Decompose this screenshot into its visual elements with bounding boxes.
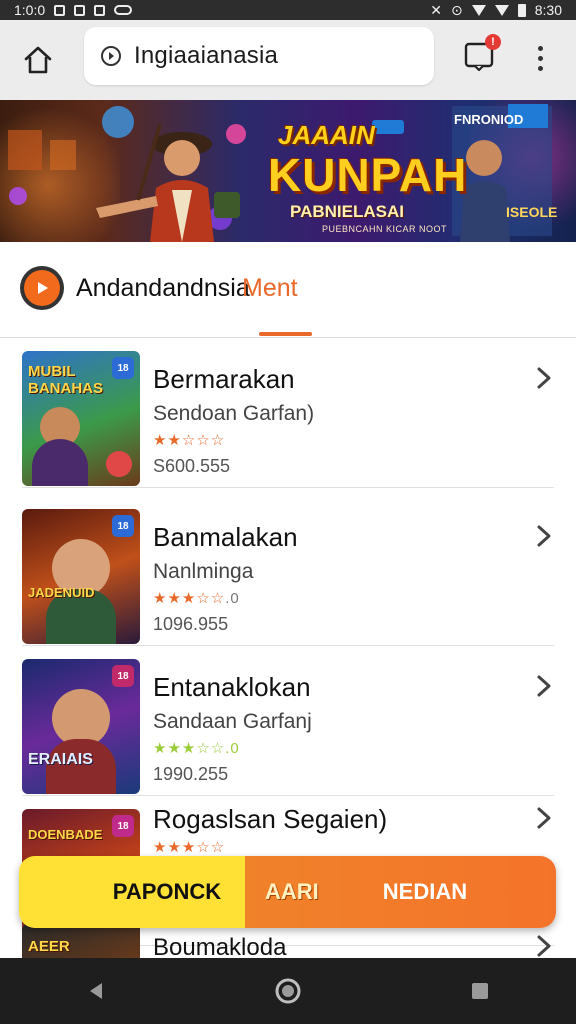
game-title: Bermarakan	[153, 364, 295, 394]
signal-icon	[494, 4, 509, 16]
thumb-label: AEER	[28, 938, 70, 955]
status-time-left: 1:0:0	[14, 2, 46, 18]
banner-corner-label: ISEOLE	[506, 204, 558, 220]
thumb-label: MUBIL BANAHAS	[28, 363, 103, 397]
home-nav-button[interactable]	[268, 971, 308, 1011]
action-bar: PAPONCK AARI NEDIAN	[19, 856, 556, 928]
chevron-right-icon[interactable]	[534, 674, 554, 698]
message-icon	[114, 5, 133, 15]
home-icon	[24, 46, 52, 74]
notification-icon-3	[94, 4, 106, 16]
banner-line-1: JAAAIN	[278, 120, 375, 150]
promo-banner[interactable]: JAAAIN KUNPAH PABNIELASAI PUEBNCAHN KICA…	[0, 100, 576, 242]
rating-stars: ★★☆☆☆	[153, 431, 225, 449]
mute-icon: ✕	[430, 1, 443, 18]
rating-stars: ★★★☆☆.0	[153, 739, 240, 757]
status-time-right: 8:30	[534, 2, 562, 18]
overflow-menu-button[interactable]	[528, 40, 552, 76]
banner-tag: FNRONIOD	[454, 112, 524, 127]
thumb-badge: 18	[112, 665, 134, 687]
list-item[interactable]: MUBIL BANAHAS 18 Bermarakan Sendoan Garf…	[22, 338, 554, 488]
app-logo	[20, 266, 64, 310]
url-bar[interactable]: Ingiaaianasia	[84, 27, 434, 85]
chevron-right-icon[interactable]	[534, 366, 554, 390]
rating-text: .0	[225, 740, 240, 757]
wifi-icon	[471, 4, 486, 16]
action-label-middle: AARI	[265, 879, 319, 904]
tab-menu[interactable]: Ment	[242, 274, 298, 303]
play-glyph	[38, 282, 48, 294]
browser-toolbar: Ingiaaianasia !	[0, 20, 576, 100]
list-item[interactable]: ERAIAIS 18 Entanaklokan Sandaan Garfanj …	[22, 646, 554, 796]
game-subtitle: Nanlminga	[153, 560, 254, 583]
action-label-right: NEDIAN	[382, 879, 468, 904]
stars-text: ★★★☆☆	[153, 839, 226, 856]
recents-icon	[472, 983, 488, 999]
back-button[interactable]	[76, 971, 116, 1011]
game-price: 1990.255	[153, 764, 229, 784]
app-header: Andandandnsia Ment	[0, 242, 576, 338]
more-vert-icon	[537, 45, 543, 51]
thumb-badge: 18	[112, 515, 134, 537]
rating-stars: ★★★☆☆	[153, 838, 225, 856]
battery-icon	[517, 3, 526, 17]
banner-title: KUNPAH	[268, 149, 468, 201]
thumb-figure-body	[32, 439, 88, 486]
chevron-right-icon[interactable]	[534, 806, 554, 830]
banner-subtitle: PABNIELASAI	[290, 202, 404, 221]
thumb-label: ERAIAIS	[28, 751, 93, 768]
list-item[interactable]: JADENUID 18 Banmalakan Nanlminga ★★★☆☆.0…	[22, 496, 554, 646]
game-thumbnail: ERAIAIS 18	[22, 659, 140, 794]
game-price: S600.555	[153, 456, 231, 476]
site-info-icon[interactable]	[100, 45, 122, 67]
game-subtitle: Sandaan Garfanj	[153, 710, 312, 733]
notification-icon	[54, 4, 66, 16]
notification-icon-2	[74, 4, 86, 16]
alarm-icon: ⊙	[451, 1, 463, 18]
play-icon	[24, 270, 60, 306]
menu-dot	[537, 55, 543, 61]
rating-text: .0	[225, 590, 240, 607]
system-nav-bar	[0, 958, 576, 1024]
game-title: Rogaslsan Segaien)	[153, 804, 388, 834]
menu-dot	[537, 65, 543, 71]
thumb-orb	[106, 451, 132, 477]
url-text: Ingiaaianasia	[134, 42, 279, 69]
banner-caption: PUEBNCAHN KICAR NOOT	[322, 224, 448, 234]
stars-text: ★★★☆☆	[153, 740, 226, 757]
thumb-badge: 18	[112, 815, 134, 837]
thumb-badge: 18	[112, 357, 134, 379]
status-right: ✕ ⊙ 8:30	[430, 2, 562, 19]
stars-text: ★★☆☆☆	[153, 432, 226, 449]
status-bar: 1:0:0 ✕ ⊙ 8:30	[0, 0, 576, 20]
screen: 1:0:0 ✕ ⊙ 8:30 Ingiaaianasia ! JAAAIN KU…	[0, 0, 576, 1024]
tab-badge: !	[485, 34, 501, 50]
home-circle-icon	[275, 978, 301, 1004]
chevron-right-icon[interactable]	[534, 524, 554, 548]
stars-text: ★★★☆☆	[153, 590, 226, 607]
recents-button[interactable]	[460, 971, 500, 1011]
home-button[interactable]	[18, 40, 58, 80]
chevron-right-icon[interactable]	[534, 934, 554, 958]
active-tab-indicator	[259, 332, 312, 336]
game-thumbnail: MUBIL BANAHAS 18	[22, 351, 140, 486]
action-button-primary[interactable]: PAPONCK	[19, 856, 245, 928]
thumb-label: JADENUID	[28, 585, 95, 600]
status-left: 1:0:0	[14, 2, 133, 18]
action-button-secondary[interactable]: AARI NEDIAN	[245, 856, 556, 928]
back-icon	[90, 983, 102, 999]
app-name: Andandandnsia	[76, 274, 250, 302]
game-title: Entanaklokan	[153, 672, 311, 702]
game-title: Banmalakan	[153, 522, 298, 552]
game-price: 1096.955	[153, 614, 229, 634]
game-thumbnail: JADENUID 18	[22, 509, 140, 644]
tab-switcher-button[interactable]: !	[462, 34, 501, 75]
rating-stars: ★★★☆☆.0	[153, 589, 240, 607]
game-subtitle: Sendoan Garfan)	[153, 402, 315, 425]
thumb-label: DOENBADE	[28, 827, 103, 842]
